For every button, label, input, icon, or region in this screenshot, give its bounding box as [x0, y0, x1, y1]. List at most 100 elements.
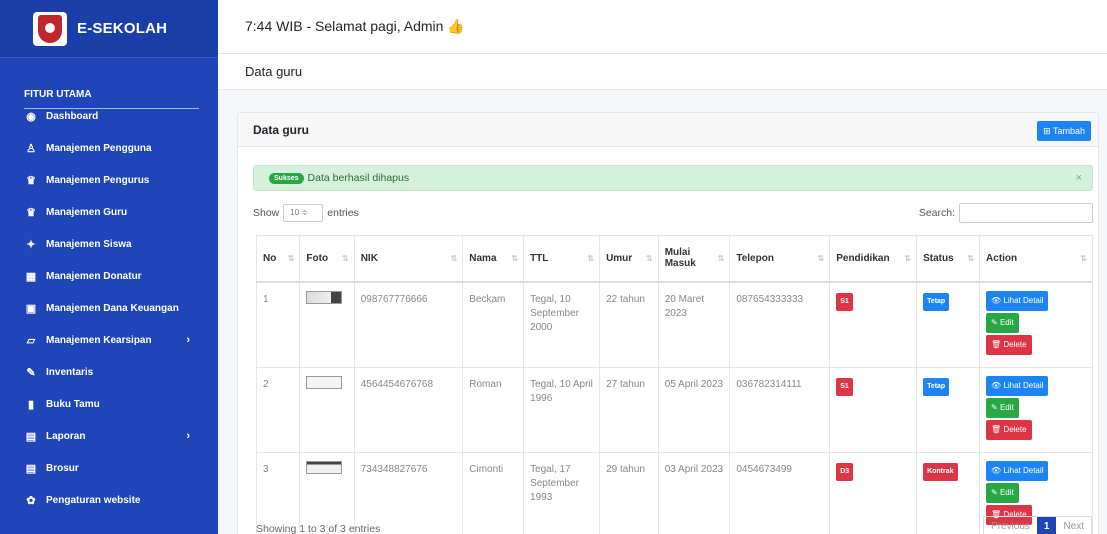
column-header[interactable]: Pendidikan ⇅	[829, 235, 918, 283]
cell-status: Tetap	[916, 366, 981, 453]
cell-nama: Beckam	[462, 281, 525, 368]
entries-select[interactable]: 10 ≑	[283, 204, 324, 222]
sidebar-item-label: Manajemen Siswa	[46, 238, 132, 250]
sidebar-item-inventaris[interactable]: ✎ Inventaris	[0, 356, 218, 388]
close-icon[interactable]: ×	[1076, 172, 1082, 184]
column-header[interactable]: NIK ⇅	[353, 235, 464, 283]
add-button[interactable]: ⊞ Tambah	[1037, 121, 1091, 141]
sidebar-item-brosur[interactable]: ▤ Brosur	[0, 452, 218, 484]
sidebar-item-manajemen-siswa[interactable]: ✦ Manajemen Siswa	[0, 228, 218, 260]
dashboard-icon: ◉	[26, 110, 36, 123]
table-icon: ▦	[25, 270, 37, 283]
sort-icon: ⇅	[645, 254, 653, 263]
sidebar-item-label: Manajemen Pengurus	[46, 174, 150, 186]
status-badge: Sukses	[269, 172, 304, 184]
status-badge: Tetap	[923, 377, 950, 396]
brand[interactable]: E-SEKOLAH	[0, 0, 218, 58]
cell-status: Tetap	[916, 281, 981, 368]
cell-pendidikan: S1	[829, 281, 918, 368]
sidebar-item-manajemen-kearsipan[interactable]: ▱ Manajemen Kearsipan ›	[0, 324, 218, 356]
data-guru-card: Data guru ⊞ Tambah Sukses Data berhasil …	[237, 112, 1099, 534]
education-badge: S1	[836, 292, 853, 311]
sidebar-item-label: Manajemen Donatur	[46, 270, 142, 282]
column-header[interactable]: Action ⇅	[979, 235, 1093, 283]
status-badge: Tetap	[923, 292, 950, 311]
cell-foto	[299, 451, 355, 534]
edit-button[interactable]: ✎ Edit	[986, 312, 1019, 333]
education-badge: S1	[836, 377, 853, 396]
column-header[interactable]: Telepon ⇅	[729, 235, 831, 283]
edit-button[interactable]: ✎ Edit	[986, 397, 1019, 418]
sort-icon: ⇅	[450, 254, 458, 263]
delete-button[interactable]: 🗑 Delete	[986, 419, 1032, 440]
column-header[interactable]: Status ⇅	[916, 235, 981, 283]
sidebar-item-manajemen-donatur[interactable]: ▦ Manajemen Donatur	[0, 260, 218, 292]
pagination: Previous 1 Next	[982, 516, 1092, 534]
page-breadcrumb: Data guru	[218, 54, 1107, 90]
cell-umur: 22 tahun	[599, 281, 659, 368]
delete-button[interactable]: 🗑 Delete	[986, 334, 1032, 355]
brand-name: E-SEKOLAH	[77, 20, 168, 37]
cell-telepon: 087654333333	[729, 281, 831, 368]
photo-thumbnail[interactable]	[306, 460, 343, 474]
column-header[interactable]: Mulai Masuk ⇅	[657, 235, 731, 283]
sort-icon: ⇅	[1080, 254, 1087, 263]
search-input[interactable]	[959, 203, 1093, 223]
sidebar-item-manajemen-dana-keuangan[interactable]: ▣ Manajemen Dana Keuangan	[0, 292, 218, 324]
cell-umur: 29 tahun	[599, 451, 659, 534]
sort-icon: ⇅	[342, 254, 349, 263]
book-icon: ▮	[27, 398, 35, 411]
table-info: Showing 1 to 3 of 3 entries	[256, 523, 381, 534]
cell-nama: Roman	[462, 366, 525, 453]
alert-message: Data berhasil dihapus	[307, 172, 410, 184]
pagination-previous[interactable]: Previous	[984, 517, 1037, 534]
education-badge: D3	[836, 462, 854, 481]
column-header[interactable]: Foto ⇅	[299, 235, 355, 283]
column-header[interactable]: Umur ⇅	[599, 235, 659, 283]
pagination-page-1[interactable]: 1	[1036, 517, 1057, 534]
sidebar-item-manajemen-pengurus[interactable]: ♛ Manajemen Pengurus	[0, 164, 218, 196]
edit-button[interactable]: ✎ Edit	[986, 482, 1019, 503]
page-title: Data guru	[245, 64, 303, 79]
chevron-right-icon: ›	[186, 430, 190, 442]
student-icon: ✦	[26, 238, 36, 251]
photo-thumbnail[interactable]	[306, 290, 343, 304]
chevron-right-icon: ›	[186, 334, 190, 346]
sidebar-item-label: Manajemen Kearsipan	[46, 334, 152, 346]
entries-label: entries	[327, 207, 359, 219]
sidebar-item-manajemen-guru[interactable]: ♛ Manajemen Guru	[0, 196, 218, 228]
view-detail-button[interactable]: 👁 Lihat Detail	[986, 460, 1049, 481]
cell-foto	[299, 281, 355, 368]
sidebar-item-laporan[interactable]: ▤ Laporan ›	[0, 420, 218, 452]
school-crest-icon	[33, 11, 67, 46]
sidebar-item-pengaturan-website[interactable]: ✿ Pengaturan website	[0, 484, 218, 516]
success-alert: Sukses Data berhasil dihapus ×	[253, 165, 1093, 191]
sidebar-item-label: Inventaris	[46, 366, 94, 378]
pagination-next[interactable]: Next	[1056, 517, 1091, 534]
photo-thumbnail[interactable]	[306, 375, 343, 389]
money-icon: ▣	[25, 302, 37, 315]
sidebar-item-buku-tamu[interactable]: ▮ Buku Tamu	[0, 388, 218, 420]
sidebar-item-label: Manajemen Guru	[46, 206, 128, 218]
sort-icon: ⇅	[511, 254, 519, 263]
cell-mulai-masuk: 03 April 2023	[657, 451, 731, 534]
sort-icon: ⇅	[587, 254, 595, 263]
sort-icon: ⇅	[817, 254, 825, 263]
users-icon: ♛	[26, 174, 36, 187]
table-row: 1 098767776666 Beckam Tegal, 10 September 2…	[255, 281, 1093, 368]
sidebar-item-label: Pengaturan website	[46, 494, 141, 506]
sidebar-item-dashboard[interactable]: ◉ Dashboard	[0, 100, 218, 132]
search-label: Search:	[918, 207, 955, 219]
cell-action: 👁 Lihat Detail ✎ Edit 🗑 Delete	[979, 281, 1093, 368]
view-detail-button[interactable]: 👁 Lihat Detail	[986, 375, 1049, 396]
column-header[interactable]: No ⇅	[255, 235, 301, 283]
cell-mulai-masuk: 20 Maret 2023	[657, 281, 731, 368]
card-header: Data guru ⊞ Tambah	[238, 113, 1098, 147]
cell-nama: Cimonti	[462, 451, 525, 534]
sidebar-item-manajemen-pengguna[interactable]: ♙ Manajemen Pengguna	[0, 132, 218, 164]
view-detail-button[interactable]: 👁 Lihat Detail	[986, 290, 1049, 311]
column-header[interactable]: Nama ⇅	[462, 235, 525, 283]
sidebar-item-label: Brosur	[46, 462, 79, 474]
table-row: 3 734348827676 Cimonti Tegal, 17 September …	[255, 451, 1093, 534]
column-header[interactable]: TTL ⇅	[523, 235, 601, 283]
